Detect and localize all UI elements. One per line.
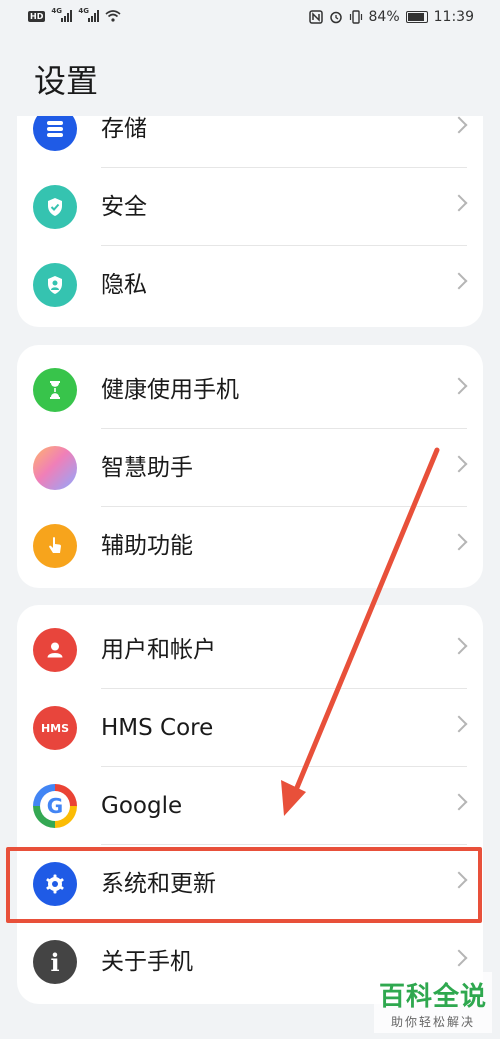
watermark-logo: 百科全说 助你轻松解决: [374, 972, 492, 1033]
watermark-main-text: 百科全说: [378, 982, 487, 1012]
watermark-sub-text: 助你轻松解决: [390, 1015, 475, 1029]
annotation-highlight-box: [6, 847, 482, 923]
